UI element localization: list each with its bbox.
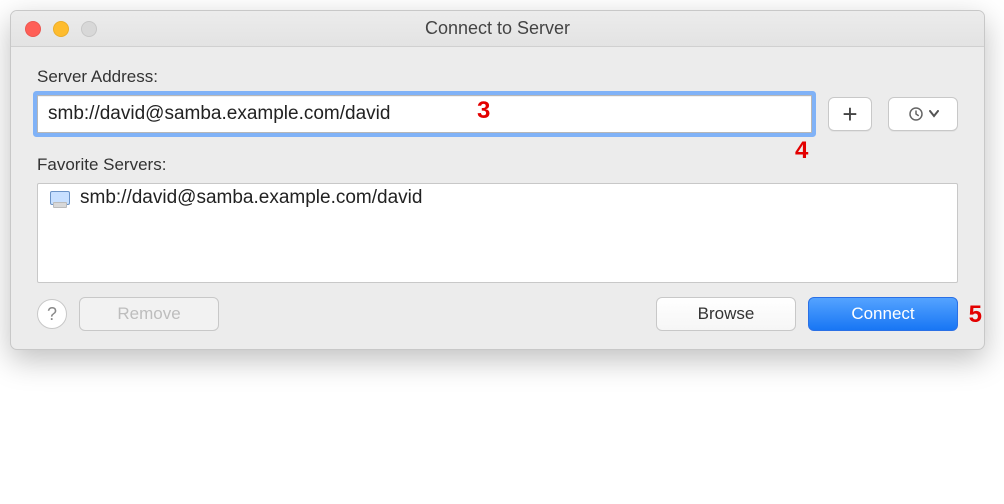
server-address-input[interactable] [37,95,812,133]
server-address-label: Server Address: [37,67,958,87]
chevron-down-icon [929,110,939,118]
window-title: Connect to Server [11,18,984,39]
favorite-servers-section: Favorite Servers: smb://david@samba.exam… [37,155,958,283]
add-favorite-button[interactable]: + [828,97,872,131]
connect-button[interactable]: Connect [808,297,958,331]
favorite-servers-list[interactable]: smb://david@samba.example.com/david [37,183,958,283]
help-button[interactable]: ? [37,299,67,329]
connect-to-server-window: Connect to Server Server Address: 3 4 + [10,10,985,350]
titlebar: Connect to Server [11,11,984,47]
dialog-footer: ? Remove Browse Connect 5 [37,297,958,331]
favorite-servers-label: Favorite Servers: [37,155,958,175]
window-content: Server Address: 3 4 + Favorite Se [11,47,984,349]
plus-icon: + [842,99,857,130]
server-icon [50,191,70,205]
browse-button-label: Browse [698,304,755,324]
annotation-3: 3 [477,97,490,125]
address-row: 3 4 + [37,95,958,133]
favorite-item-label: smb://david@samba.example.com/david [80,187,422,209]
annotation-4: 4 [795,137,808,165]
list-item[interactable]: smb://david@samba.example.com/david [38,184,957,212]
annotation-5: 5 [969,301,982,329]
remove-button: Remove [79,297,219,331]
address-input-wrap: 3 4 [37,95,812,133]
history-dropdown-button[interactable] [888,97,958,131]
help-icon: ? [47,304,57,325]
clock-icon [907,105,925,123]
connect-button-label: Connect [851,304,914,324]
browse-button[interactable]: Browse [656,297,796,331]
remove-button-label: Remove [117,304,180,324]
